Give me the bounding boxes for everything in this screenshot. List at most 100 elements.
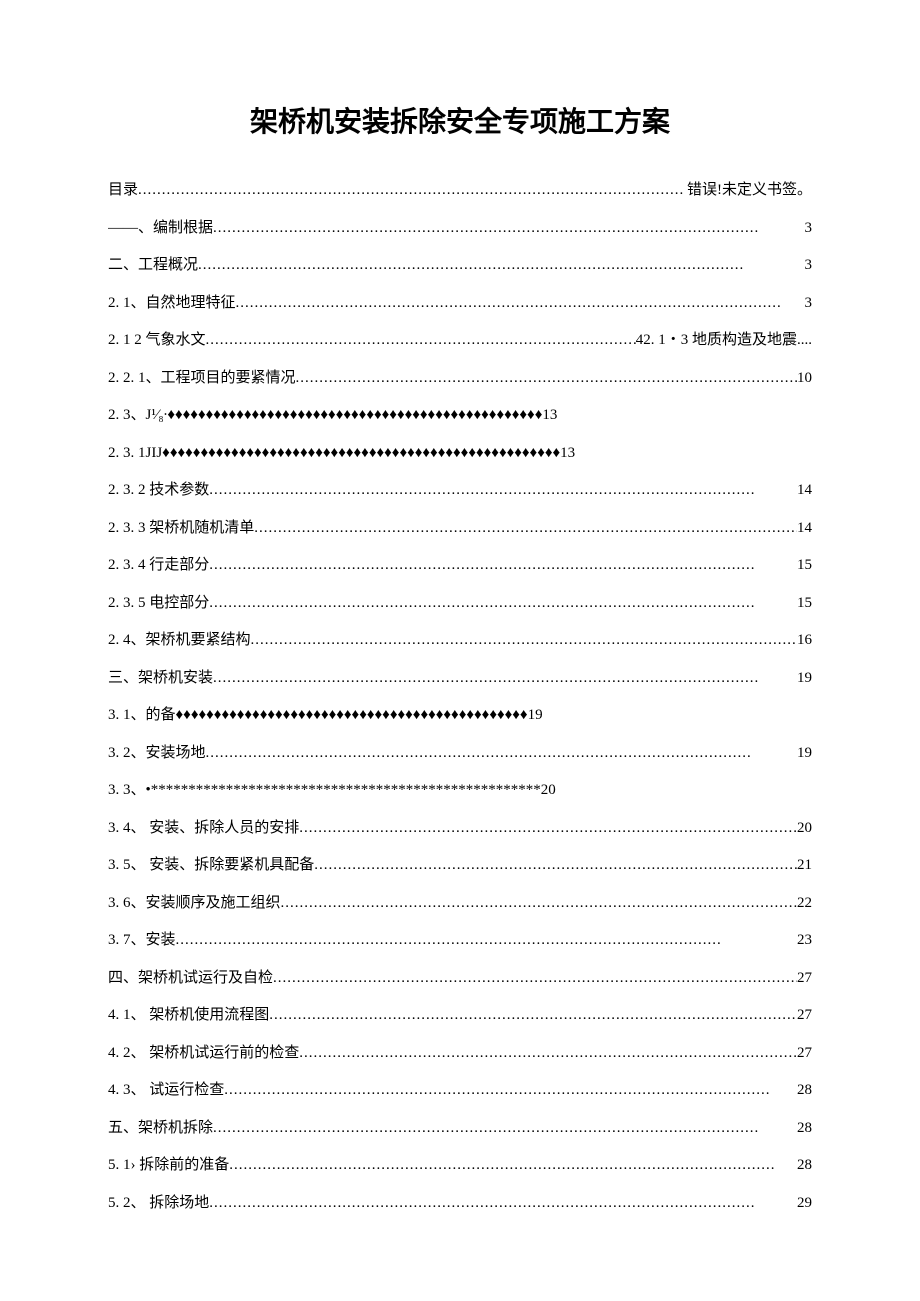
toc-entry-page: 42. 1・3 地质构造及地震.... [636,322,812,360]
toc-entry: 2. 2. 1、工程项目的要紧情况 10 [108,360,812,398]
toc-entry: 三、架桥机安装 19 [108,660,812,698]
toc-entry-page: 19 [797,660,812,698]
toc-entry-page: 21 [797,847,812,885]
toc-entry-label: 四、架桥机试运行及自检 [108,960,273,998]
toc-entry-label: 2. 2. 1、工程项目的要紧情况 [108,360,296,398]
toc-entry: 二、工程概况3 [108,247,812,285]
toc-entry: 3. 1、的备♦♦♦♦♦♦♦♦♦♦♦♦♦♦♦♦♦♦♦♦♦♦♦♦♦♦♦♦♦♦♦♦♦… [108,697,812,735]
toc-leader-dots [273,960,797,998]
toc-entry-label: 3. 3、• [108,772,151,810]
toc-leader-dots [213,1110,797,1148]
toc-leader-dots [209,1185,797,1223]
toc-entry-label: 2. 3、J¹⁄₈∙ [108,397,167,435]
toc-entry: 4. 3、 试运行检查28 [108,1072,812,1110]
toc-leader-dots [206,322,636,360]
toc-entry-page: 10 [797,360,812,398]
toc-leader-dots [314,847,797,885]
toc-entry-page: 14 [797,472,812,510]
toc-entry-page: 27 [797,997,812,1035]
toc-entry-label: 5. 1› 拆除前的准备 [108,1147,229,1185]
toc-entry: 2. 3. 4 行走部分 15 [108,547,812,585]
toc-entry-label: ——、编制根据 [108,210,213,248]
page-title: 架桥机安装拆除安全专项施工方案 [108,100,812,140]
toc-entry-label: 2. 1、自然地理特征 [108,285,236,323]
toc-leader-dots [213,210,804,248]
toc-entry-label: 5. 2、 拆除场地 [108,1185,209,1223]
toc-entry-label: 3. 4、 安装、拆除人员的安排 [108,810,299,848]
toc-entry-page: 20 [797,810,812,848]
toc-leader-dots [176,922,797,960]
toc-entry-label: 2. 3. 4 行走部分 [108,547,209,585]
toc-entry-label: 3. 7、安装 [108,922,176,960]
toc-entry-page: 14 [797,510,812,548]
toc-entry-page: 22 [797,885,812,923]
toc-entry-page: 13 [560,435,575,473]
toc-entry: ——、编制根据 3 [108,210,812,248]
toc-entry: 3. 3、•**********************************… [108,772,812,810]
toc-leader-dots [209,585,797,623]
toc-entry: 四、架桥机试运行及自检 27 [108,960,812,998]
toc-entry-label: 2. 1 2 气象水文 [108,322,206,360]
toc-leader-dots [299,810,797,848]
toc-entry: 4. 1、 架桥机使用流程图27 [108,997,812,1035]
toc-entry-page: 28 [797,1072,812,1110]
toc-entry-label: 2. 3. 5 电控部分 [108,585,209,623]
toc-entry-page: 19 [797,735,812,773]
toc-entry-label: 目录 [108,172,138,210]
toc-entry-label: 3. 1、的备 [108,697,176,735]
toc-entry: 五、架桥机拆除 28 [108,1110,812,1148]
toc-leader-dots [281,885,797,923]
toc-entry-page: 3 [805,210,813,248]
toc-leader-dots [138,172,687,210]
toc-entry: 目录 错误!未定义书签。 [108,172,812,210]
toc-entry-label: 三、架桥机安装 [108,660,213,698]
toc-entry-page: 28 [797,1110,812,1148]
toc-leader-dots [229,1147,797,1185]
toc-entry-page: 错误!未定义书签。 [687,172,812,210]
toc-entry-label: 3. 2、安装场地 [108,735,206,773]
toc-entry-label: 3. 6、安装顺序及施工组织 [108,885,281,923]
toc-entry: 3. 7、安装 23 [108,922,812,960]
toc-leader-dots [198,247,804,285]
toc-entry: 2. 3. 1JIJ♦♦♦♦♦♦♦♦♦♦♦♦♦♦♦♦♦♦♦♦♦♦♦♦♦♦♦♦♦♦… [108,435,812,473]
toc-leader-dots [251,622,797,660]
toc-entry: 3. 2、安装场地 19 [108,735,812,773]
toc-entry-label: 2. 4、架桥机要紧结构 [108,622,251,660]
toc-entry: 2. 3. 2 技术参数 14 [108,472,812,510]
toc-leader-diamonds: ♦♦♦♦♦♦♦♦♦♦♦♦♦♦♦♦♦♦♦♦♦♦♦♦♦♦♦♦♦♦♦♦♦♦♦♦♦♦♦♦… [162,435,560,473]
toc-entry: 3. 4、 安装、拆除人员的安排 20 [108,810,812,848]
toc-entry-page: 23 [797,922,812,960]
toc-entry: 2. 1 2 气象水文 42. 1・3 地质构造及地震.... [108,322,812,360]
toc-entry-page: 19 [528,697,543,735]
toc-entry-page: 27 [797,1035,812,1073]
toc-leader-dots [213,660,797,698]
toc-entry-label: 2. 3. 2 技术参数 [108,472,209,510]
toc-entry-label: 2. 3. 3 架桥机随机清单 [108,510,254,548]
toc-entry-page: 13 [542,397,557,435]
toc-entry: 2. 4、架桥机要紧结构16 [108,622,812,660]
toc-entry-label: 3. 5、 安装、拆除要紧机具配备 [108,847,314,885]
toc-leader-dots [206,735,797,773]
toc-entry-page: 15 [797,585,812,623]
toc-entry-page: 15 [797,547,812,585]
toc-entry-label: 2. 3. 1JIJ [108,435,162,473]
toc-entry: 5. 2、 拆除场地 29 [108,1185,812,1223]
toc-leader-dots [209,472,797,510]
toc-entry: 4. 2、 架桥机试运行前的检查27 [108,1035,812,1073]
toc-entry-page: 27 [797,960,812,998]
toc-entry-page: 28 [797,1147,812,1185]
toc-entry-page: 29 [797,1185,812,1223]
toc-entry-page: 3 [805,285,813,323]
toc-leader-dots [254,510,797,548]
toc-entry-label: 五、架桥机拆除 [108,1110,213,1148]
toc-entry: 3. 6、安装顺序及施工组织 22 [108,885,812,923]
toc-entry: 2. 3. 5 电控部分 15 [108,585,812,623]
toc-entry: 2. 3. 3 架桥机随机清单 14 [108,510,812,548]
toc-leader-dots [296,360,797,398]
toc-entry: 2. 1、自然地理特征 3 [108,285,812,323]
toc-leader-diamonds: ♦♦♦♦♦♦♦♦♦♦♦♦♦♦♦♦♦♦♦♦♦♦♦♦♦♦♦♦♦♦♦♦♦♦♦♦♦♦♦♦… [176,697,528,735]
toc-leader-dots [269,997,797,1035]
toc-entry-page: 20 [541,772,556,810]
table-of-contents: 目录错误!未定义书签。——、编制根据3二、工程概况32. 1、自然地理特征 32… [108,172,812,1222]
toc-leader-dots [299,1035,797,1073]
